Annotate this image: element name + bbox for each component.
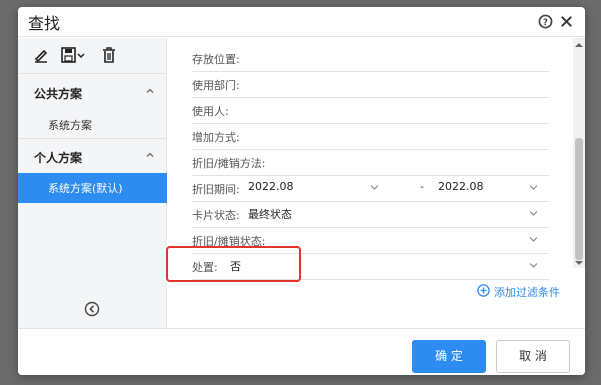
caret-down-icon[interactable]	[529, 210, 538, 217]
caret-down-icon[interactable]	[529, 262, 538, 269]
scroll-up-icon[interactable]	[575, 42, 583, 48]
filter-row-depreciation-period: 折旧期间: 2022.08 - 2022.08	[192, 176, 549, 202]
dialog-titlebar: 查找 ?	[18, 7, 585, 37]
scheme-toolbar	[18, 38, 167, 74]
filter-label: 使用人:	[192, 105, 229, 118]
back-icon[interactable]	[84, 301, 100, 317]
add-circle-icon	[477, 284, 490, 297]
dialog-title: 查找	[28, 14, 61, 33]
period-from-value[interactable]: 2022.08	[248, 180, 294, 193]
filter-label: 使用部门:	[192, 79, 240, 92]
scheme-item-label: 系统方案	[48, 119, 92, 132]
scheme-item-label: 系统方案(默认)	[48, 182, 123, 195]
range-separator: -	[420, 180, 424, 193]
filter-label: 增加方式:	[192, 131, 240, 144]
collapse-icon[interactable]	[145, 86, 155, 96]
group-public-schemes[interactable]: 公共方案	[18, 78, 167, 108]
add-filter-label: 添加过滤条件	[494, 286, 560, 299]
filter-row-depreciation-method[interactable]: 折旧/摊销方法:	[192, 150, 549, 176]
close-icon[interactable]	[559, 14, 574, 29]
cancel-button[interactable]: 取 消	[496, 340, 570, 373]
filter-label: 卡片状态:	[192, 209, 240, 222]
scrollbar[interactable]	[573, 38, 585, 268]
caret-down-icon[interactable]	[370, 184, 379, 191]
scheme-item-system-default[interactable]: 系统方案(默认)	[18, 173, 167, 203]
save-icon[interactable]	[60, 46, 86, 64]
group-personal-schemes[interactable]: 个人方案	[18, 142, 167, 172]
collapse-icon[interactable]	[145, 150, 155, 160]
card-status-value: 最终状态	[248, 208, 292, 221]
group-label: 公共方案	[34, 87, 83, 101]
filter-row-card-status[interactable]: 卡片状态: 最终状态	[192, 202, 549, 228]
filter-row-add-method[interactable]: 增加方式:	[192, 124, 549, 150]
dialog-footer: 确 定 取 消	[18, 328, 585, 375]
edit-icon[interactable]	[32, 46, 50, 64]
scheme-item-system[interactable]: 系统方案	[18, 110, 167, 140]
find-dialog: 查找 ? 公共方案 系统方案 个人方案 系统方案(默认) 存放位置: 使用部门:…	[18, 7, 585, 375]
filter-label: 折旧/摊销方法:	[192, 157, 266, 170]
filter-label: 存放位置:	[192, 53, 240, 66]
highlight-box	[166, 246, 301, 282]
filter-row-location[interactable]: 存放位置:	[192, 46, 549, 72]
caret-down-icon[interactable]	[529, 184, 538, 191]
scroll-thumb[interactable]	[575, 138, 583, 260]
divider	[18, 138, 167, 139]
ok-button[interactable]: 确 定	[412, 340, 486, 373]
group-label: 个人方案	[34, 151, 83, 165]
period-to-value[interactable]: 2022.08	[438, 180, 484, 193]
filter-row-department[interactable]: 使用部门:	[192, 72, 549, 98]
delete-icon[interactable]	[100, 46, 118, 64]
scheme-sidebar: 公共方案 系统方案 个人方案 系统方案(默认)	[18, 38, 167, 328]
svg-text:?: ?	[543, 17, 548, 27]
help-icon[interactable]: ?	[538, 14, 553, 29]
filter-row-user[interactable]: 使用人:	[192, 98, 549, 124]
scroll-down-icon[interactable]	[575, 260, 583, 266]
caret-down-icon[interactable]	[529, 236, 538, 243]
filter-label: 折旧期间:	[192, 183, 240, 196]
